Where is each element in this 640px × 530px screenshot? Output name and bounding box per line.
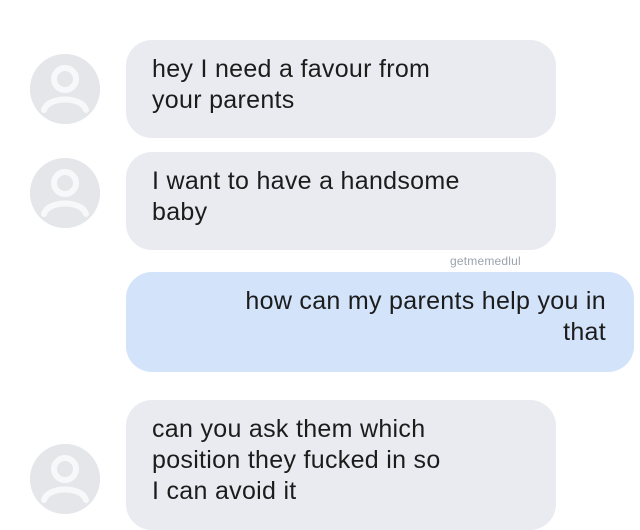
message-text-line: position they fucked in so (152, 446, 441, 474)
message-text-line: I want to have a handsome (152, 167, 460, 195)
incoming-message-bubble[interactable]: hey I need a favour from your parents (126, 40, 556, 138)
incoming-message-bubble[interactable]: I want to have a handsome baby (126, 152, 556, 250)
message-text-line: can you ask them which (152, 415, 426, 443)
contact-avatar (30, 444, 100, 514)
person-icon (30, 444, 100, 514)
message-text-line: that (563, 318, 606, 346)
incoming-message-bubble[interactable]: can you ask them which position they fuc… (126, 400, 556, 530)
person-icon (30, 158, 100, 228)
person-icon (30, 54, 100, 124)
message-text-line: baby (152, 198, 208, 226)
message-text-line: hey I need a favour from (152, 55, 431, 83)
message-thread: hey I need a favour from your parents I … (0, 0, 640, 530)
contact-avatar (30, 158, 100, 228)
outgoing-message-bubble[interactable]: how can my parents help you in that (126, 272, 634, 372)
contact-avatar (30, 54, 100, 124)
watermark: getmemedlul (450, 254, 521, 268)
message-text-line: how can my parents help you in (245, 287, 606, 315)
message-text-line: your parents (152, 86, 295, 114)
message-text-line: I can avoid it (152, 477, 297, 505)
